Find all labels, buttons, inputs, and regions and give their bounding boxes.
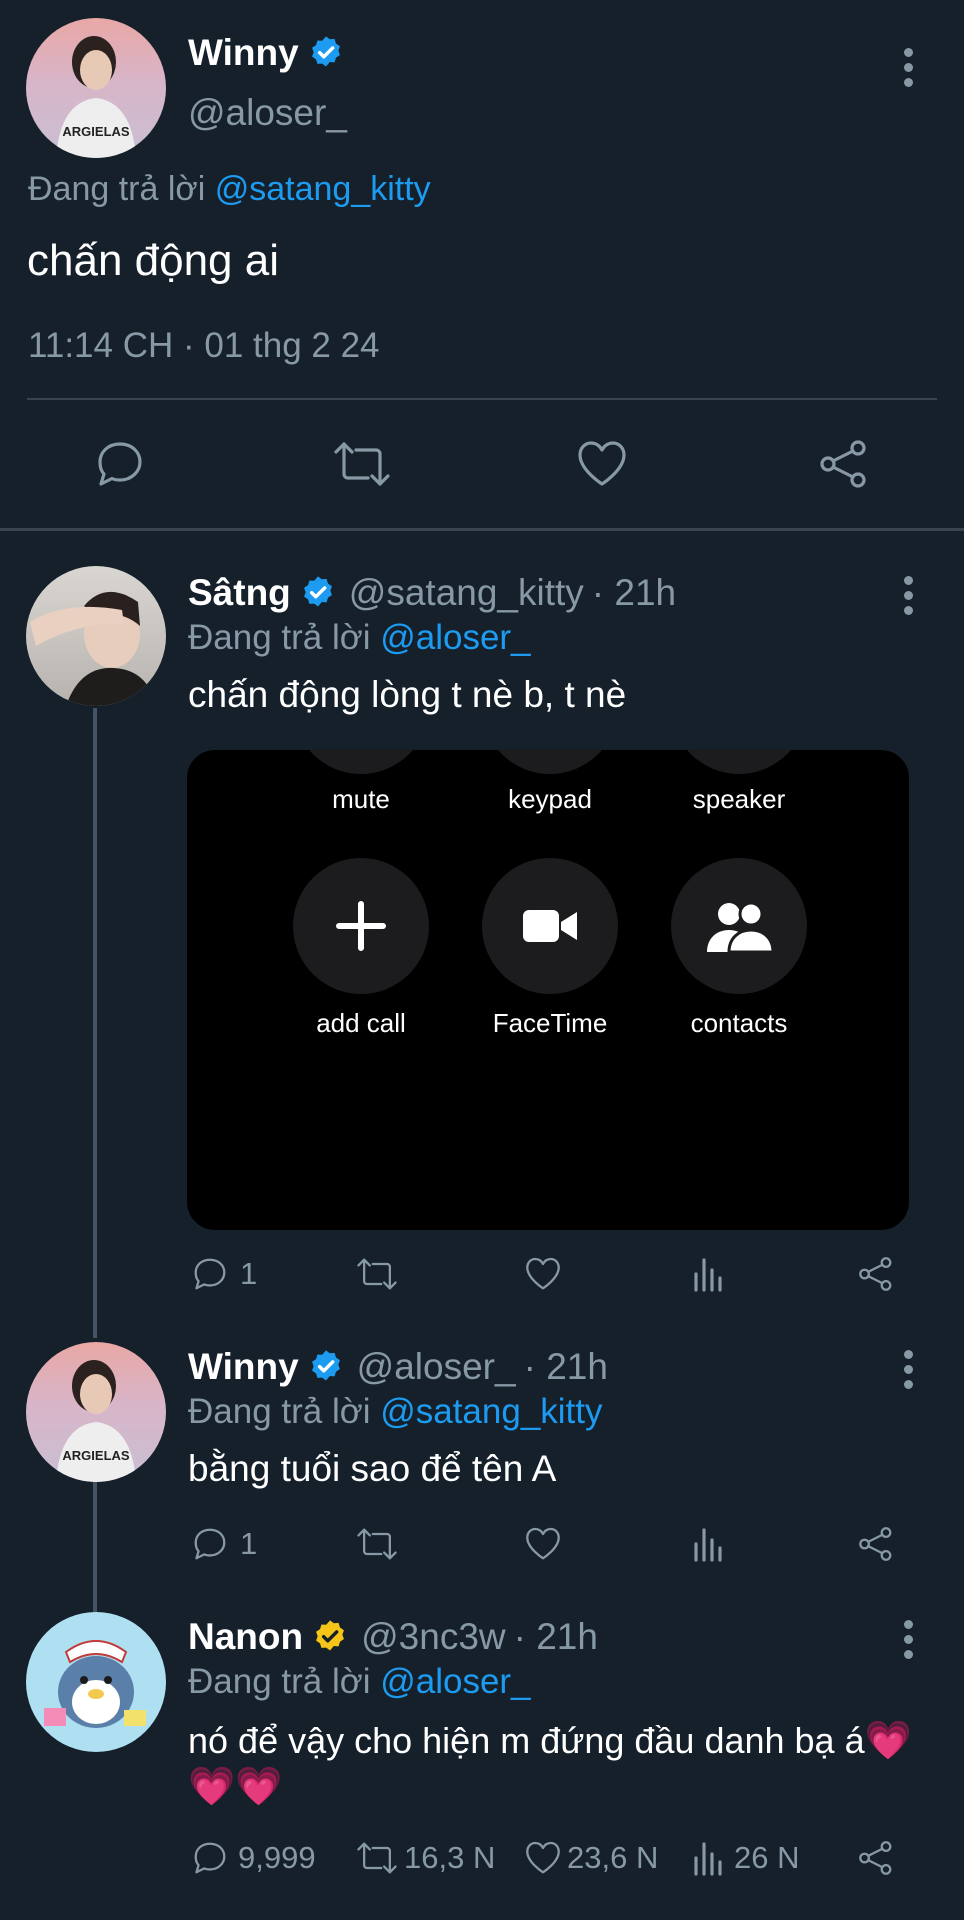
- reply-context: Đang trả lời @aloser_: [188, 1662, 531, 1701]
- add-call-button[interactable]: [293, 858, 429, 994]
- speaker-button[interactable]: [671, 750, 807, 774]
- reply-icon[interactable]: [92, 436, 148, 492]
- display-name[interactable]: Nanon: [188, 1616, 303, 1658]
- share-icon[interactable]: [856, 1838, 896, 1878]
- contacts-label: contacts: [690, 1008, 788, 1038]
- plus-icon: [336, 901, 386, 951]
- views-icon[interactable]: [690, 1524, 730, 1564]
- views-icon: [694, 1842, 722, 1876]
- retweet-action[interactable]: 16,3 N: [354, 1838, 495, 1878]
- mute-label: mute: [332, 784, 390, 814]
- facetime-label: FaceTime: [492, 1008, 608, 1038]
- speaker-label: speaker: [692, 784, 786, 814]
- view-count: 26 N: [734, 1840, 800, 1875]
- tweet-text: nó để vậy cho hiện m đứng đầu danh bạ á💗…: [188, 1720, 912, 1808]
- tweet-text: bằng tuổi sao để tên A: [188, 1448, 557, 1489]
- divider: [27, 398, 937, 400]
- like-icon[interactable]: [523, 1524, 563, 1564]
- more-options-icon[interactable]: [898, 1350, 918, 1395]
- reply-icon: [194, 1258, 226, 1290]
- avatar[interactable]: [26, 566, 166, 706]
- facetime-button[interactable]: [482, 858, 618, 994]
- avatar[interactable]: ARGIELAS: [26, 1342, 166, 1482]
- section-divider: [0, 528, 964, 531]
- views-icon[interactable]: [690, 1254, 730, 1294]
- share-icon[interactable]: [856, 1524, 896, 1564]
- like-action[interactable]: 23,6 N: [523, 1838, 658, 1878]
- verified-badge-icon: [311, 1350, 340, 1381]
- reply-icon: [194, 1842, 226, 1874]
- handle[interactable]: @aloser_: [357, 1346, 516, 1388]
- thread-line: [93, 1478, 97, 1612]
- verified-badge-icon: [311, 36, 340, 67]
- contacts-icon: [707, 901, 775, 954]
- handle[interactable]: @aloser_: [188, 92, 347, 134]
- reply-action[interactable]: 1: [190, 1524, 257, 1564]
- retweet-icon[interactable]: [354, 1254, 400, 1294]
- like-count: 23,6 N: [567, 1840, 659, 1875]
- post-time: · 21h: [591, 572, 677, 613]
- svg-text:ARGIELAS: ARGIELAS: [62, 124, 130, 139]
- gold-verified-badge-icon: [316, 1620, 345, 1651]
- reply-context: Đang trả lời @satang_kitty: [28, 170, 431, 208]
- reply-icon: [194, 1528, 226, 1560]
- video-camera-icon: [523, 910, 577, 942]
- reply-to-link[interactable]: @aloser_: [380, 1662, 530, 1701]
- like-icon[interactable]: [523, 1254, 563, 1294]
- display-name[interactable]: Winny: [188, 1346, 299, 1388]
- attached-image[interactable]: mute keypad speaker add call FaceTime co…: [187, 750, 909, 1230]
- tweet-text: chấn động ai: [27, 236, 279, 285]
- verified-badge-icon: [303, 576, 332, 607]
- display-name[interactable]: Winny: [188, 32, 299, 74]
- share-icon[interactable]: [856, 1254, 896, 1294]
- more-options-icon[interactable]: [898, 1620, 918, 1665]
- retweet-icon[interactable]: [332, 436, 392, 492]
- thread-line: [93, 708, 97, 1338]
- reply-count: 1: [240, 1256, 258, 1291]
- like-icon: [526, 1841, 560, 1874]
- reply-action[interactable]: 9,999: [190, 1838, 316, 1878]
- reply-action[interactable]: 1: [190, 1254, 257, 1294]
- avatar[interactable]: ARGIELAS: [26, 18, 166, 158]
- add-call-label: add call: [316, 1008, 406, 1038]
- contacts-button[interactable]: [671, 858, 807, 994]
- reply-context: Đang trả lời @aloser_: [188, 618, 531, 657]
- share-icon[interactable]: [816, 436, 872, 492]
- reply-to-link[interactable]: @satang_kitty: [380, 1392, 602, 1431]
- retweet-count: 16,3 N: [404, 1840, 496, 1875]
- handle[interactable]: @3nc3w: [361, 1616, 506, 1658]
- post-time: · 21h: [523, 1346, 608, 1387]
- reply-to-link[interactable]: @satang_kitty: [215, 170, 431, 208]
- retweet-icon: [357, 1842, 397, 1874]
- more-options-icon[interactable]: [898, 48, 918, 93]
- handle[interactable]: @satang_kitty: [349, 572, 584, 614]
- mute-button[interactable]: [293, 750, 429, 774]
- views-action[interactable]: 26 N: [690, 1838, 799, 1878]
- like-icon[interactable]: [574, 436, 630, 492]
- keypad-button[interactable]: [482, 750, 618, 774]
- retweet-icon[interactable]: [354, 1524, 400, 1564]
- reply-context: Đang trả lời @satang_kitty: [188, 1392, 603, 1431]
- reply-to-link[interactable]: @aloser_: [380, 618, 530, 657]
- post-time: · 21h: [513, 1616, 598, 1657]
- more-options-icon[interactable]: [898, 576, 918, 621]
- display-name[interactable]: Sâtng: [188, 572, 291, 614]
- tweet-text: chấn động lòng t nè b, t nè: [188, 674, 627, 715]
- reply-count: 9,999: [238, 1840, 316, 1875]
- avatar[interactable]: [26, 1612, 166, 1752]
- timestamp: 11:14 CH · 01 thg 2 24: [28, 326, 380, 365]
- svg-text:ARGIELAS: ARGIELAS: [62, 1448, 130, 1463]
- keypad-label: keypad: [508, 784, 592, 814]
- reply-count: 1: [240, 1526, 258, 1561]
